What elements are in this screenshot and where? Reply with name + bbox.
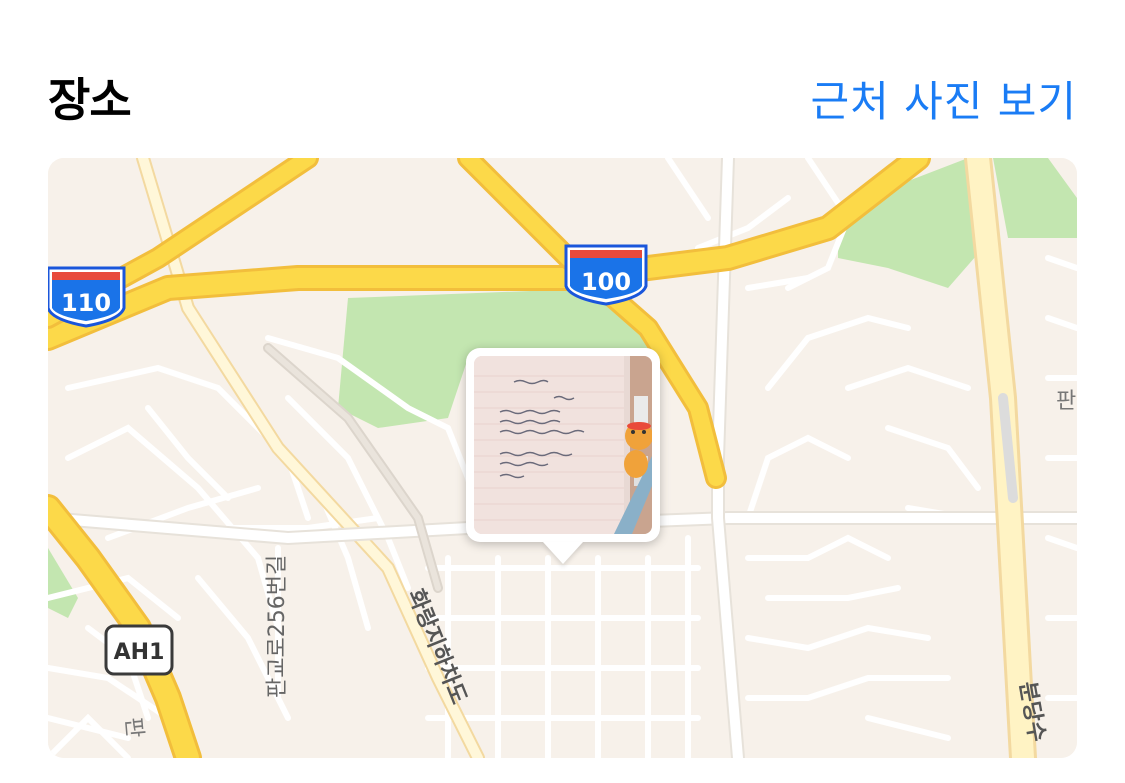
ah1-route-marker: AH1 (104, 624, 174, 676)
ah1-label: AH1 (114, 640, 165, 665)
photo-thumbnail (474, 356, 652, 534)
photo-pin[interactable] (466, 348, 660, 542)
shield-label-110: 110 (61, 289, 111, 317)
street-label-pan-left: 판 (120, 716, 147, 738)
places-header: 장소 근처 사진 보기 (48, 58, 1077, 138)
map-view[interactable]: 110 100 AH1 판교로256번길 화랑지하차도 분당수 판 판 (48, 158, 1077, 758)
show-nearby-photos-link[interactable]: 근처 사진 보기 (810, 68, 1077, 129)
street-label-pangyo256: 판교로256번길 (265, 555, 290, 698)
shield-label-100: 100 (581, 268, 631, 296)
interstate-110-shield: 110 (48, 266, 126, 328)
section-title: 장소 (48, 73, 132, 127)
interstate-100-shield: 100 (564, 244, 648, 306)
street-label-pan-right: 판 (1056, 389, 1076, 414)
